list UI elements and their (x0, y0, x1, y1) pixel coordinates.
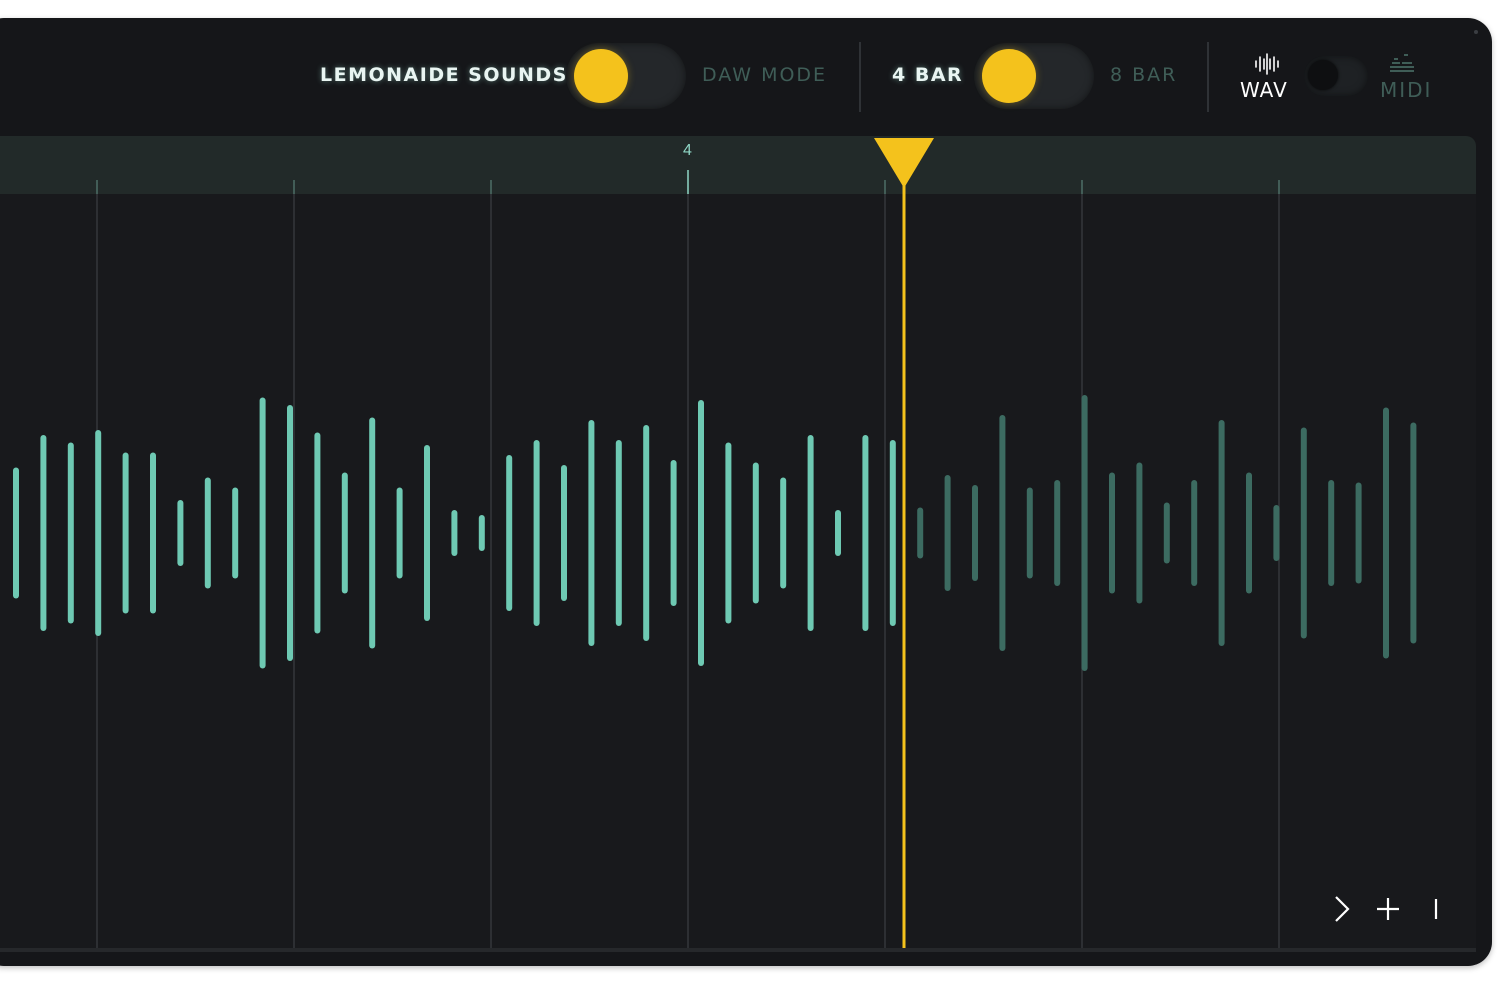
waveform-canvas (13, 138, 1417, 948)
cursor-line-icon[interactable] (1420, 893, 1452, 925)
playhead-handle (874, 138, 934, 188)
chevron-right-icon[interactable] (1326, 893, 1358, 925)
plus-icon[interactable] (1372, 893, 1404, 925)
app-window: LEMONAIDE SOUNDS DAW MODE 4 BAR 8 BAR WA… (0, 18, 1492, 966)
